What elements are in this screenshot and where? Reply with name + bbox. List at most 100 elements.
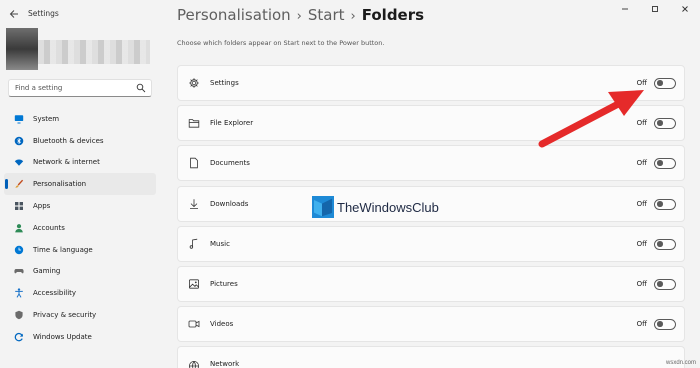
breadcrumb-separator: › bbox=[296, 9, 302, 24]
breadcrumb-item-personalisation[interactable]: Personalisation bbox=[177, 6, 291, 24]
close-icon[interactable] bbox=[670, 0, 700, 18]
sidebar-item-label: Gaming bbox=[33, 267, 61, 276]
toggle-state-label: Off bbox=[636, 320, 647, 328]
picture-icon bbox=[188, 278, 200, 290]
maximize-icon[interactable] bbox=[640, 0, 670, 18]
sidebar-item-privacy-security[interactable]: Privacy & security bbox=[4, 304, 156, 326]
search-icon[interactable] bbox=[136, 83, 146, 93]
watermark-text: TheWindowsClub bbox=[337, 199, 439, 215]
breadcrumb: Personalisation › Start › Folders bbox=[177, 6, 424, 24]
shield-icon bbox=[14, 310, 24, 320]
sidebar-item-apps[interactable]: Apps bbox=[4, 195, 156, 217]
toggle-state-label: Off bbox=[636, 159, 647, 167]
avatar[interactable] bbox=[6, 28, 38, 70]
toggle-knob bbox=[657, 201, 663, 207]
videos-toggle[interactable] bbox=[654, 318, 676, 330]
sidebar-item-personalisation[interactable]: Personalisation bbox=[4, 173, 156, 196]
toggle-knob bbox=[657, 281, 663, 287]
file-explorer-toggle[interactable] bbox=[654, 117, 676, 129]
downloads-toggle[interactable] bbox=[654, 198, 676, 210]
wifi-icon bbox=[14, 157, 24, 167]
breadcrumb-separator: › bbox=[350, 9, 356, 24]
folder-row-network: Network bbox=[177, 346, 685, 368]
sidebar-item-system[interactable]: System bbox=[4, 108, 156, 130]
sidebar-item-label: Network & internet bbox=[33, 158, 100, 167]
toggle-knob bbox=[657, 80, 663, 86]
folder-row-documents: Documents Off bbox=[177, 145, 685, 181]
documents-toggle[interactable] bbox=[654, 157, 676, 169]
folder-row-pictures: Pictures Off bbox=[177, 266, 685, 302]
minimize-icon[interactable] bbox=[610, 0, 640, 18]
page-description: Choose which folders appear on Start nex… bbox=[177, 39, 385, 47]
breadcrumb-item-start[interactable]: Start bbox=[308, 6, 345, 24]
search-input[interactable] bbox=[9, 80, 129, 96]
sidebar-item-label: Bluetooth & devices bbox=[33, 136, 104, 145]
folder-label: Pictures bbox=[210, 280, 238, 288]
sidebar-item-label: System bbox=[33, 114, 60, 123]
toggle-state-label: Off bbox=[636, 280, 647, 288]
pictures-toggle[interactable] bbox=[654, 278, 676, 290]
folder-label: Videos bbox=[210, 320, 234, 328]
sidebar-item-label: Windows Update bbox=[33, 332, 92, 341]
folder-row-music: Music Off bbox=[177, 226, 685, 262]
toggle-state-label: Off bbox=[636, 200, 647, 208]
sidebar-item-label: Accounts bbox=[33, 223, 65, 232]
watermark: TheWindowsClub bbox=[312, 196, 439, 218]
sidebar-item-label: Time & language bbox=[33, 245, 93, 254]
toggle-knob bbox=[657, 160, 663, 166]
toggle-knob bbox=[657, 120, 663, 126]
sidebar-item-accounts[interactable]: Accounts bbox=[4, 217, 156, 239]
toggle-state-label: Off bbox=[636, 119, 647, 127]
download-icon bbox=[188, 198, 200, 210]
app-title: Settings bbox=[28, 9, 59, 18]
folder-label: Music bbox=[210, 240, 230, 248]
sidebar: System Bluetooth & devices Network & int… bbox=[0, 28, 170, 368]
folder-row-settings: Settings Off bbox=[177, 65, 685, 101]
person-icon bbox=[14, 223, 24, 233]
toggle-state-label: Off bbox=[636, 240, 647, 248]
sidebar-item-time-language[interactable]: Time & language bbox=[4, 239, 156, 261]
sidebar-item-network[interactable]: Network & internet bbox=[4, 152, 156, 174]
watermark-logo-icon bbox=[312, 196, 334, 218]
file-explorer-icon bbox=[188, 117, 200, 129]
brush-icon bbox=[14, 179, 24, 189]
gamepad-icon bbox=[14, 266, 24, 276]
sidebar-item-bluetooth[interactable]: Bluetooth & devices bbox=[4, 130, 156, 152]
folder-label: Documents bbox=[210, 159, 250, 167]
folder-row-videos: Videos Off bbox=[177, 306, 685, 342]
sidebar-item-accessibility[interactable]: Accessibility bbox=[4, 282, 156, 304]
toggle-knob bbox=[657, 321, 663, 327]
monitor-icon bbox=[14, 114, 24, 124]
account-info-blurred bbox=[38, 40, 150, 64]
sidebar-item-gaming[interactable]: Gaming bbox=[4, 261, 156, 283]
folder-row-file-explorer: File Explorer Off bbox=[177, 105, 685, 141]
bluetooth-icon bbox=[14, 136, 24, 146]
sidebar-nav: System Bluetooth & devices Network & int… bbox=[4, 108, 156, 348]
toggle-state-label: Off bbox=[636, 79, 647, 87]
settings-toggle[interactable] bbox=[654, 77, 676, 89]
sidebar-item-label: Privacy & security bbox=[33, 311, 97, 320]
back-arrow-icon[interactable] bbox=[8, 8, 20, 20]
search-box[interactable] bbox=[8, 79, 152, 97]
update-icon bbox=[14, 332, 24, 342]
sidebar-item-windows-update[interactable]: Windows Update bbox=[4, 326, 156, 348]
toggle-knob bbox=[657, 241, 663, 247]
globe-clock-icon bbox=[14, 245, 24, 255]
folder-label: Settings bbox=[210, 79, 239, 87]
sidebar-item-label: Accessibility bbox=[33, 289, 77, 298]
page-title: Folders bbox=[361, 6, 425, 24]
folder-label: Network bbox=[210, 360, 240, 368]
document-icon bbox=[188, 157, 200, 169]
music-icon bbox=[188, 238, 200, 250]
corner-watermark: wsxdn.com bbox=[665, 360, 696, 366]
folder-label: File Explorer bbox=[210, 119, 254, 127]
apps-icon bbox=[14, 201, 24, 211]
accessibility-icon bbox=[14, 288, 24, 298]
network-icon bbox=[188, 360, 200, 368]
sidebar-item-label: Personalisation bbox=[33, 180, 87, 189]
window-controls bbox=[610, 0, 700, 18]
sidebar-item-label: Apps bbox=[33, 202, 51, 211]
video-icon bbox=[188, 318, 200, 330]
music-toggle[interactable] bbox=[654, 238, 676, 250]
gear-icon bbox=[188, 77, 200, 89]
